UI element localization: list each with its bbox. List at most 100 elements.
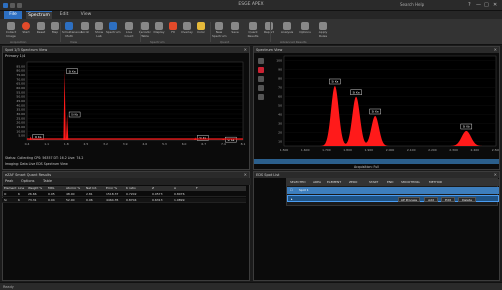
eds-column-header[interactable]: END [387, 180, 393, 184]
add-button[interactable]: Add [424, 197, 438, 202]
options-button[interactable]: Options [21, 179, 35, 183]
rules-button[interactable]: Apply Rules [316, 22, 330, 42]
tab-edit[interactable]: Edit [55, 11, 73, 19]
palette-button[interactable]: Color [194, 22, 208, 42]
panel-close-icon[interactable]: ✕ [244, 47, 247, 53]
left-footnote-imaging: Imaging: Data Live EDS Spectrum View [5, 162, 68, 166]
peak-label[interactable]: Si Ka [350, 89, 362, 95]
results-button[interactable]: Quant Results [246, 22, 260, 42]
ribbon-button-label: Scroll [80, 30, 90, 34]
tab-file[interactable]: File [4, 11, 22, 19]
ribbon-button-label: Simultaneous Multi [62, 30, 83, 38]
right-spectrum-chart[interactable]: 100 90 80 70 60 50 40 30 20 10 1.500 1.600 1.700 1.80… [256, 54, 499, 158]
eds-column-header[interactable]: SELECTED [290, 180, 306, 184]
peak-label[interactable]: Si Ka [329, 78, 341, 85]
ribbon-button-label: Display [153, 30, 165, 34]
x-tick-label: 6.0 [182, 142, 187, 146]
spectrum-button[interactable]: Spectrum [106, 22, 121, 42]
lab-button[interactable]: Show Lab [92, 22, 106, 42]
fit-button[interactable]: Fit [166, 22, 180, 42]
record-button[interactable]: Start [19, 22, 33, 42]
table-cell: 0.05 [48, 192, 55, 196]
peak-label[interactable]: Si Ka [225, 136, 237, 143]
peak-label-text: Si Ka [372, 110, 379, 114]
close-icon[interactable]: ✕ [493, 2, 497, 8]
column-header[interactable]: Net Int. [86, 186, 97, 191]
eds-checkbox-icon[interactable]: ☐ [290, 188, 293, 192]
eds-column-header[interactable]: SMOOTHING [401, 180, 420, 184]
x-tick-label: 4.6 [142, 142, 147, 146]
table-row[interactable]: Si K 73.31 0.04 52.00 0.96 4464.35 0.8704 0.6313… [2, 198, 246, 203]
column-header[interactable]: Error % [106, 186, 117, 191]
ribbon-button-label: Live Count [124, 30, 134, 38]
column-header[interactable]: Weight % [28, 186, 42, 191]
eds-row-label: Spot 1 [299, 188, 309, 192]
y-tick-label: 50.00 [16, 95, 25, 99]
peak-label[interactable]: Si Kb [460, 123, 473, 130]
table-row[interactable]: O K 26.66 0.05 48.00 2.81 1518.37 0.7202 0.0573 0… [2, 192, 246, 197]
delete-button[interactable]: Delete [458, 197, 476, 202]
multi-button[interactable]: Simultaneous Multi [62, 22, 83, 42]
chart-tool-icon[interactable] [258, 76, 264, 82]
table-button[interactable]: Table [43, 179, 52, 183]
chart-tool-icon[interactable] [258, 94, 264, 100]
eds-column-header[interactable]: METHOD [429, 180, 442, 184]
table-cell: K [18, 198, 20, 202]
options-button[interactable]: Options [298, 22, 312, 42]
tab-view[interactable]: View [76, 11, 96, 19]
maximize-icon[interactable]: □ [484, 2, 489, 8]
column-header[interactable]: A [174, 186, 176, 191]
peak-label[interactable]: Si Kb [68, 111, 81, 118]
panel-close-icon[interactable]: ✕ [494, 47, 497, 53]
peak-label[interactable]: Si Ka [66, 68, 78, 74]
analysis-icon [283, 22, 291, 30]
x-tick-label: 7.4 [221, 142, 226, 146]
save-button[interactable]: Save [228, 22, 242, 42]
eds-column-header[interactable]: ELEMENT [327, 180, 341, 184]
column-header[interactable]: Element [4, 186, 16, 191]
y-tick-label: 35.00 [16, 108, 25, 112]
peak-label[interactable]: Si Ka [197, 135, 209, 141]
x-tick-label: 2.000 [386, 148, 395, 152]
left-spectrum-chart[interactable]: 5.0010.0015.0020.0025.0030.0035.0040.004… [5, 60, 247, 154]
scroll-button[interactable]: Scroll [78, 22, 92, 42]
report-button[interactable]: Report [262, 22, 276, 42]
camera-button[interactable]: Collect Image [4, 22, 18, 42]
eds-column-header[interactable]: ZERO [349, 180, 357, 184]
display-button[interactable]: Display [152, 22, 166, 42]
new-button[interactable]: New Spectrum [212, 22, 227, 42]
column-header[interactable]: MDL [48, 186, 55, 191]
column-header[interactable]: Line [18, 186, 24, 191]
analysis-button[interactable]: Analysis [280, 22, 294, 42]
range-bar[interactable] [254, 159, 499, 164]
eds-select-icon[interactable]: ▸ [291, 197, 293, 201]
edit-button[interactable]: Edit [441, 197, 455, 202]
column-header[interactable]: K ratio [126, 186, 136, 191]
count-button[interactable]: Live Count [122, 22, 136, 42]
peak-label[interactable]: Si Ka [369, 108, 381, 115]
chart-tool-icon[interactable] [258, 85, 264, 91]
eds-row-spot1[interactable]: ☐ Spot 1 [287, 187, 499, 194]
peak-button[interactable]: Peak [5, 179, 13, 183]
table-cell: 0.7202 [126, 192, 137, 196]
table-cell: 0.96 [86, 198, 93, 202]
help-icon[interactable]: ? [468, 2, 471, 8]
ribbon-group-label: Quant [220, 40, 230, 44]
ap-process-button[interactable]: AP Process [398, 197, 420, 202]
column-header[interactable]: Z [152, 186, 154, 191]
ribbon: Collect Image Start Reset Map Simultaneous M… [0, 19, 502, 45]
column-header[interactable]: Atomic % [66, 186, 80, 191]
tab-spectrum[interactable]: Spectrum [26, 11, 52, 19]
chart-tool-icon[interactable] [258, 58, 264, 64]
minimize-icon[interactable]: — [476, 2, 481, 8]
eds-column-header[interactable]: AREA [313, 180, 321, 184]
y-tick-label: 50 [278, 104, 282, 108]
overlay-button[interactable]: Overlay [180, 22, 194, 42]
search-help[interactable]: Search Help [400, 2, 424, 7]
column-header[interactable]: F [196, 186, 198, 191]
chart-tool-icon[interactable] [258, 67, 264, 73]
x-tick-label: 2.5 [84, 142, 89, 146]
reset-button[interactable]: Reset [34, 22, 48, 42]
eds-column-header[interactable]: START [369, 180, 378, 184]
ribbon-button-label: New Spectrum [212, 30, 227, 38]
